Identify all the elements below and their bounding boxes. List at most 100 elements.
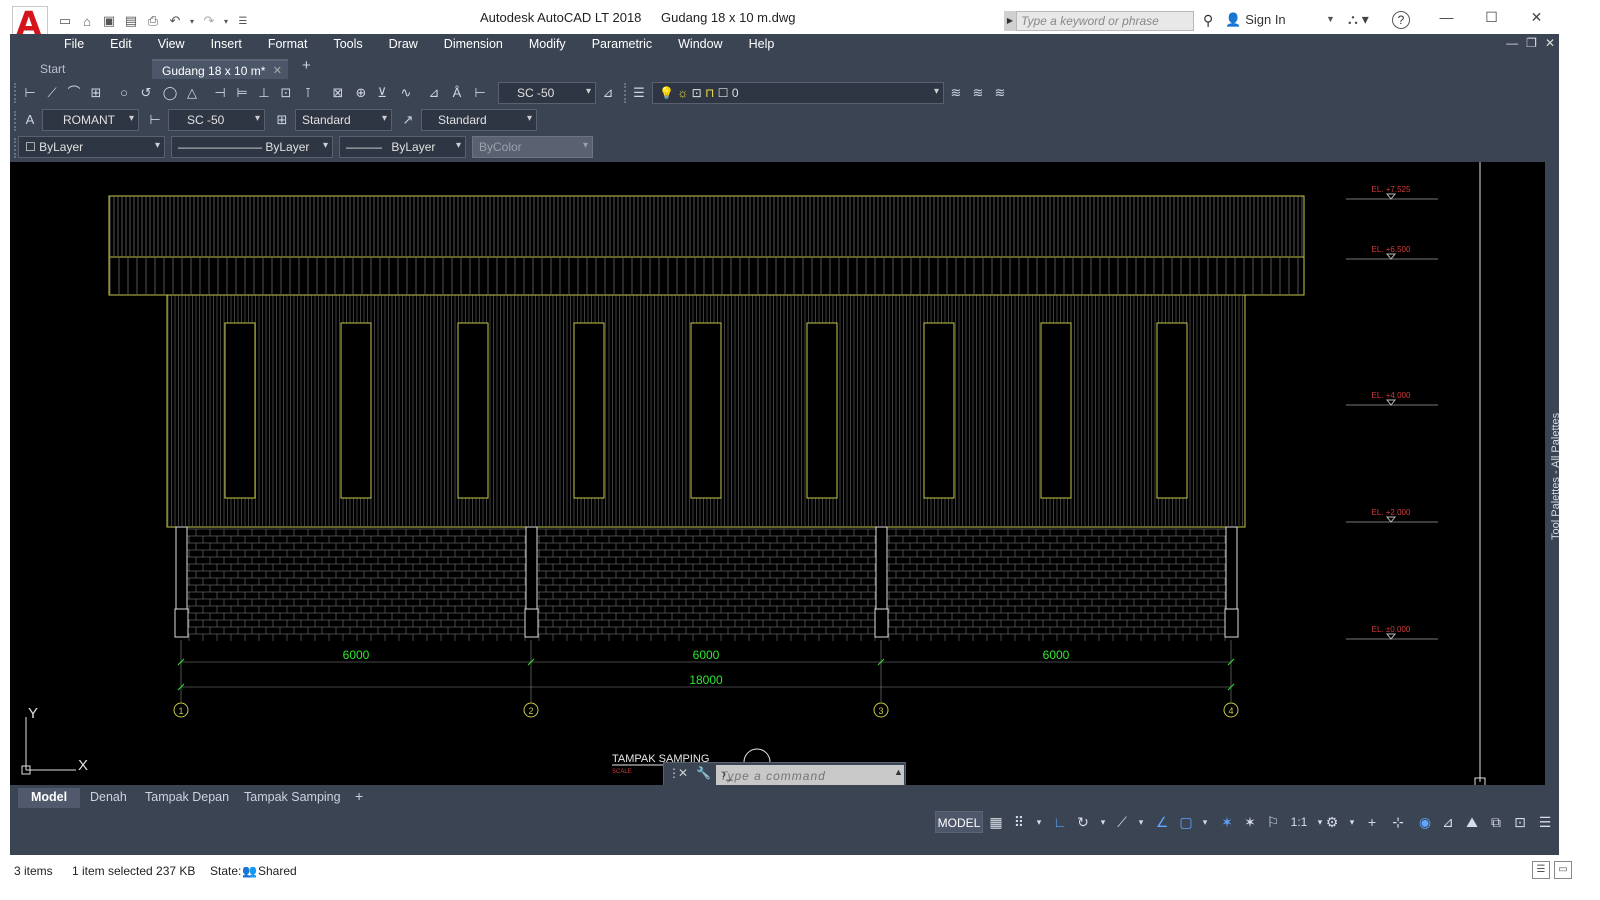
search-input[interactable]: Type a keyword or phrase <box>1016 11 1194 31</box>
new-tab-plus-icon[interactable]: + <box>298 57 320 77</box>
tab-tampak-samping[interactable]: Tampak Samping <box>244 788 341 808</box>
dim-text-edit-icon[interactable]: Å <box>447 83 467 103</box>
tab-denah[interactable]: Denah <box>90 788 127 808</box>
menu-help[interactable]: Help <box>749 34 775 56</box>
dim-break-icon[interactable]: ⊺ <box>298 83 318 103</box>
drawing-area[interactable]: 6000 6000 6000 18000 1 2 3 4 EL. +7.525 … <box>10 162 1545 785</box>
maximize-icon[interactable]: ☐ <box>1469 0 1514 34</box>
workspace-gear-icon[interactable]: ⚙ <box>1322 812 1342 832</box>
radius-dim-icon[interactable]: ○ <box>114 83 134 103</box>
doc-restore-icon[interactable]: ❐ <box>1526 36 1537 50</box>
isometric-icon[interactable]: ⟋ <box>1112 812 1132 832</box>
open-folder-icon[interactable]: ⌂ <box>78 13 96 29</box>
baseline-dim-icon[interactable]: ⊨ <box>232 83 252 103</box>
tab-model[interactable]: Model <box>18 788 80 808</box>
isometric-dropdown-icon[interactable]: ▾ <box>1131 812 1151 832</box>
fullscreen-icon[interactable]: ⊡ <box>1510 812 1530 832</box>
units-icon[interactable]: ⊹ <box>1388 812 1408 832</box>
model-space-button[interactable]: MODEL <box>935 811 983 833</box>
table-style-icon[interactable]: ⊞ <box>272 110 292 130</box>
workspace-dropdown-icon[interactable]: ▾ <box>1342 812 1362 832</box>
grid-icon[interactable]: ▦ <box>986 812 1006 832</box>
snap-icon[interactable]: ⠿ <box>1009 812 1029 832</box>
clean-screen-icon[interactable]: ⊿ <box>1438 812 1458 832</box>
layer-select[interactable]: 💡 ☼ ⊡ ⊓ ☐ 0 ▾ <box>652 82 944 104</box>
text-style-select[interactable]: ROMANT ▾ <box>42 109 139 131</box>
arc-length-icon[interactable]: ⌒ <box>64 83 84 103</box>
quick-properties-icon[interactable]: ⧉ <box>1486 812 1506 832</box>
redo-dropdown-icon[interactable]: ▾ <box>222 13 230 29</box>
snap-dropdown-icon[interactable]: ▾ <box>1029 812 1049 832</box>
doc-close-icon[interactable]: ✕ <box>1545 36 1555 50</box>
table-style-select[interactable]: Standard ▾ <box>295 109 392 131</box>
jogged-linear-icon[interactable]: ∿ <box>396 83 416 103</box>
menu-file[interactable]: File <box>64 34 84 56</box>
layer-properties-icon[interactable]: ☰ <box>629 83 649 103</box>
menu-tools[interactable]: Tools <box>333 34 362 56</box>
linetype-select[interactable]: ——————— ByLayer ▾ <box>171 136 333 158</box>
dim-style-icon[interactable]: ⊢ <box>145 110 165 130</box>
menu-window[interactable]: Window <box>678 34 722 56</box>
multileader-style-icon[interactable]: ↗ <box>398 110 418 130</box>
save-icon[interactable]: ▣ <box>100 13 118 29</box>
undo-dropdown-icon[interactable]: ▾ <box>188 13 196 29</box>
tab-drawing[interactable]: Gudang 18 x 10 m* ✕ <box>152 59 288 79</box>
jogged-dim-icon[interactable]: ↺ <box>136 83 156 103</box>
ortho-icon[interactable]: ∟ <box>1050 812 1070 832</box>
details-view-icon[interactable]: ☰ <box>1532 861 1550 879</box>
annotation-monitor-icon[interactable]: + <box>1362 812 1382 832</box>
object-snap-tracking-icon[interactable]: ∠ <box>1152 812 1172 832</box>
multileader-style-select[interactable]: Standard ▾ <box>421 109 537 131</box>
layer-previous-icon[interactable]: ≋ <box>968 83 988 103</box>
customize-qat-icon[interactable]: ☰ <box>234 13 252 29</box>
tool-palettes-label[interactable]: Tool Palettes - All Palettes <box>1550 413 1562 540</box>
save-as-icon[interactable]: ▤ <box>122 13 140 29</box>
aligned-dim-icon[interactable]: ⟋ <box>42 83 62 103</box>
minimize-icon[interactable]: — <box>1424 0 1469 34</box>
color-select[interactable]: ☐ ByLayer ▾ <box>18 136 165 158</box>
sign-in-dropdown-icon[interactable]: ▼ <box>1326 14 1335 24</box>
menu-dimension[interactable]: Dimension <box>444 34 503 56</box>
menu-insert[interactable]: Insert <box>211 34 242 56</box>
large-icons-view-icon[interactable]: ▭ <box>1554 861 1572 879</box>
redo-icon[interactable]: ↷ <box>200 13 218 29</box>
autodesk-a360-icon[interactable]: ⛬ ▾ <box>1348 11 1369 28</box>
dim-style-select[interactable]: SC -50 ▾ <box>498 82 596 104</box>
continue-dim-icon[interactable]: ⊥ <box>254 83 274 103</box>
doc-minimize-icon[interactable]: — <box>1506 36 1518 50</box>
menu-format[interactable]: Format <box>268 34 308 56</box>
center-mark-icon[interactable]: ⊕ <box>351 83 371 103</box>
make-object-layer-current-icon[interactable]: ≋ <box>946 83 966 103</box>
menu-view[interactable]: View <box>158 34 185 56</box>
tab-start[interactable]: Start <box>30 59 145 79</box>
ordinate-dim-icon[interactable]: ⊞ <box>86 83 106 103</box>
auto-scale-icon[interactable]: ✶ <box>1240 812 1260 832</box>
polar-dropdown-icon[interactable]: ▾ <box>1093 812 1113 832</box>
menu-modify[interactable]: Modify <box>529 34 566 56</box>
linear-dim-icon[interactable]: ⊢ <box>20 83 40 103</box>
undo-icon[interactable]: ↶ <box>166 13 184 29</box>
menu-parametric[interactable]: Parametric <box>592 34 652 56</box>
close-icon[interactable]: ✕ <box>1514 0 1559 34</box>
annotation-scale-icon[interactable]: ⚐ <box>1263 812 1283 832</box>
customize-wrench-icon[interactable]: 🔧 <box>696 766 711 780</box>
dim-update-icon[interactable]: ⊢ <box>470 83 490 103</box>
command-input[interactable] <box>716 765 904 785</box>
tab-tampak-depan[interactable]: Tampak Depan <box>145 788 229 808</box>
binoculars-icon[interactable]: ⚲ <box>1203 12 1213 29</box>
plot-icon[interactable]: ⎙ <box>144 13 162 29</box>
text-style-icon[interactable]: A <box>20 110 40 130</box>
diameter-dim-icon[interactable]: ◯ <box>160 83 180 103</box>
angular-dim-icon[interactable]: △ <box>182 83 202 103</box>
menu-edit[interactable]: Edit <box>110 34 132 56</box>
object-snap-icon[interactable]: ▢ <box>1176 812 1196 832</box>
hardware-acceleration-icon[interactable]: ◉ <box>1415 812 1435 832</box>
osnap-dropdown-icon[interactable]: ▾ <box>1195 812 1215 832</box>
inspection-icon[interactable]: ⊻ <box>372 83 392 103</box>
layer-state-icon[interactable]: ≋ <box>990 83 1010 103</box>
lineweight-select[interactable]: ——— ByLayer ▾ <box>339 136 466 158</box>
toolbar-grip[interactable] <box>14 83 18 103</box>
menu-draw[interactable]: Draw <box>389 34 418 56</box>
dim-style-select-2[interactable]: SC -50 ▾ <box>168 109 265 131</box>
dim-space-icon[interactable]: ⊡ <box>276 83 296 103</box>
